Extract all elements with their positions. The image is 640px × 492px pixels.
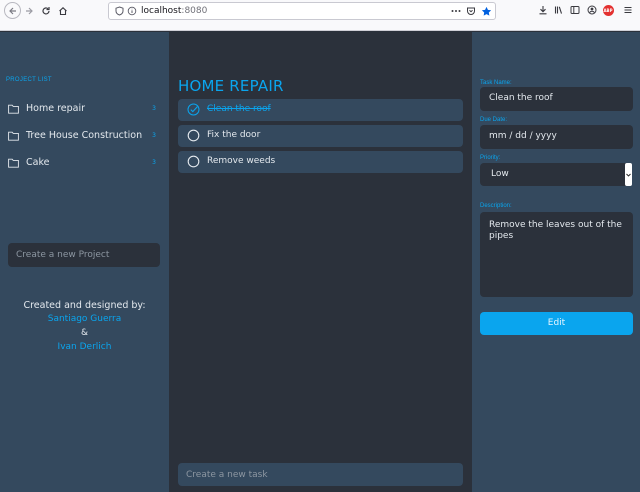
description-label: Description: (480, 203, 512, 209)
folder-icon (8, 158, 19, 168)
task-item[interactable]: Clean the roof (178, 99, 463, 121)
menu-hamburger-icon[interactable] (621, 3, 635, 17)
credits-author-link[interactable]: Santiago Guerra (0, 314, 169, 324)
task-item[interactable]: Remove weeds (178, 151, 463, 173)
pocket-icon[interactable] (464, 4, 478, 18)
bookmark-star-icon[interactable] (479, 4, 493, 18)
project-name: Cake (26, 157, 50, 168)
task-item[interactable]: Fix the door (178, 125, 463, 147)
account-icon[interactable] (585, 3, 599, 17)
address-bar[interactable]: localhost:8080 (108, 2, 496, 20)
priority-label: Priority: (480, 155, 501, 161)
url-host: localhost (141, 6, 182, 16)
task-details-panel: Task Name: Clean the roof Due Date: mm /… (472, 32, 640, 492)
unchecked-circle-icon[interactable] (187, 155, 200, 168)
back-arrow-icon (8, 7, 16, 14)
description-value: Remove the leaves out of the pipes (489, 220, 622, 241)
project-item-tree-house[interactable]: Tree House Construction 3 (0, 124, 169, 150)
new-project-input[interactable] (8, 243, 160, 267)
project-sidebar: PROJECT LIST Home repair 3 Tree House Co… (0, 32, 169, 492)
back-button[interactable] (4, 2, 21, 19)
task-label: Clean the roof (207, 104, 271, 114)
project-name: Home repair (26, 103, 86, 114)
info-icon[interactable] (125, 4, 139, 18)
app-root: PROJECT LIST Home repair 3 Tree House Co… (0, 32, 640, 492)
downloads-icon[interactable] (536, 3, 550, 17)
description-textarea[interactable]: Remove the leaves out of the pipes (480, 212, 633, 297)
due-date-label: Due Date: (480, 117, 508, 123)
checked-circle-icon[interactable] (187, 103, 200, 116)
edit-button[interactable]: Edit (480, 312, 633, 335)
task-panel: HOME REPAIR Clean the roof Fix the door … (169, 32, 472, 492)
home-button[interactable] (55, 3, 71, 19)
task-name-field[interactable]: Clean the roof (480, 87, 633, 111)
project-item-cake[interactable]: Cake 3 (0, 151, 169, 177)
adblock-badge: ABP (602, 4, 614, 16)
project-task-count: 3 (152, 132, 156, 139)
reload-icon (42, 7, 50, 15)
folder-icon (8, 131, 19, 141)
sidebar-toggle-icon[interactable] (568, 3, 582, 17)
task-name-label: Task Name: (480, 80, 512, 86)
page-actions-icon[interactable] (449, 4, 463, 18)
credits-separator: & (80, 328, 89, 338)
project-item-home-repair[interactable]: Home repair 3 (0, 97, 169, 123)
url-text[interactable]: localhost:8080 (141, 5, 207, 17)
project-name: Tree House Construction (26, 130, 143, 141)
due-date-value: mm / dd / yyyy (489, 131, 557, 141)
tracking-shield-icon[interactable] (112, 4, 126, 18)
task-label: Fix the door (207, 130, 261, 140)
browser-toolbar: localhost:8080 ABP (0, 0, 640, 31)
url-port: :8080 (181, 6, 208, 16)
project-task-count: 3 (152, 105, 156, 112)
library-icon[interactable] (552, 3, 566, 17)
priority-select[interactable]: Low (480, 163, 632, 186)
home-icon (59, 7, 67, 16)
reload-button[interactable] (38, 3, 54, 19)
adblock-extension-icon[interactable]: ABP (601, 3, 615, 17)
chevron-down-icon[interactable] (625, 163, 632, 186)
forward-button[interactable] (21, 3, 37, 19)
credits-author-link[interactable]: Ivan Derlich (0, 342, 169, 352)
project-task-count: 3 (152, 159, 156, 166)
project-list-heading: PROJECT LIST (6, 77, 52, 83)
folder-icon (8, 104, 19, 114)
forward-arrow-icon (26, 7, 33, 15)
task-name-value: Clean the roof (489, 93, 553, 103)
new-task-input[interactable] (178, 463, 463, 486)
task-label: Remove weeds (207, 156, 276, 166)
credits-title: Created and designed by: (23, 300, 146, 311)
due-date-field[interactable]: mm / dd / yyyy (480, 125, 633, 149)
priority-value: Low (491, 169, 509, 179)
project-title: HOME REPAIR (178, 77, 284, 95)
unchecked-circle-icon[interactable] (187, 129, 200, 142)
